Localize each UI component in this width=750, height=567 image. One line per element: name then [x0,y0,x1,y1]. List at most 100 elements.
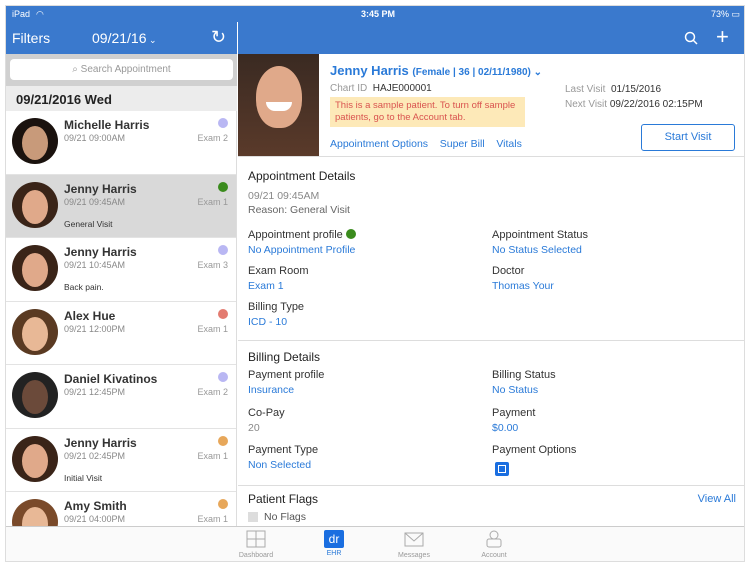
refresh-icon[interactable]: ↻ [211,27,226,48]
ipad-screen: iPad ◠ 3:45 PM 73% ▭ Filters 09/21/16 ⌄ … [5,5,745,562]
status-dot [218,435,228,446]
billing-type-field[interactable]: Billing Type ICD - 10 [248,301,304,328]
appointment-row[interactable]: Michelle Harris 09/21 09:00AM Exam 2 [6,111,236,175]
date-picker[interactable]: 09/21/16 ⌄ [92,30,157,46]
avatar [12,372,58,418]
status-bar: iPad ◠ 3:45 PM 73% ▭ [6,6,744,22]
chart-id: Chart ID HAJE000001 [330,83,432,94]
exam-room: Exam 2 [197,387,228,397]
search-icon: ⌕ [72,64,81,75]
status-dot [218,499,228,509]
start-visit-button[interactable]: Start Visit [641,124,735,151]
status-dot [218,118,228,128]
payment-type-field[interactable]: Payment Type Non Selected [248,444,318,471]
payment-field[interactable]: Payment $0.00 [492,407,535,434]
profile-color-dot [345,229,356,239]
tab-ehr[interactable]: dr EHR [304,530,364,557]
chevron-down-icon: ⌄ [146,35,157,45]
appointment-row[interactable]: Jenny Harris 09/21 09:45AM General Visit… [6,174,236,238]
section-title: Patient Flags [248,492,319,506]
search-input[interactable]: ⌕ Search Appointment [10,59,233,80]
section-title: Appointment Details [248,169,356,183]
wifi-icon: ◠ [36,9,44,19]
appointment-time: 09/21 04:00PM [64,514,126,524]
appointment-reason: Back pain. [64,282,104,292]
visit-info: Last Visit 01/15/2016 Next Visit 09/22/2… [565,84,703,110]
patient-photo [238,54,319,156]
appointment-row[interactable]: Jenny Harris 09/21 02:45PM Initial Visit… [6,428,236,492]
exam-room: Exam 1 [197,196,228,207]
square-reader-icon[interactable] [495,462,509,476]
status-dot [218,308,228,319]
exam-room-field[interactable]: Exam Room Exam 1 [248,265,309,292]
payment-options-field: Payment Options [492,444,577,456]
status-dot [218,372,228,382]
billing-details-section: Billing Details Payment profile Insurance… [238,341,744,486]
sample-patient-warning: This is a sample patient. To turn off sa… [330,97,525,127]
patient-name: Jenny Harris [64,245,137,259]
appointment-list[interactable]: Michelle Harris 09/21 09:00AM Exam 2 Jen… [6,111,237,526]
status-dot [218,245,228,255]
vitals-link[interactable]: Vitals [496,138,522,150]
appointment-options-link[interactable]: Appointment Options [330,138,428,150]
tab-bar: Dashboard dr EHR Messages Account [6,526,744,561]
appointment-time: 09/21 09:00AM [64,133,126,143]
avatar [12,499,58,526]
ehr-icon: dr [324,530,344,548]
avatar [12,435,58,482]
status-dot [218,181,228,192]
doctor-field[interactable]: Doctor Thomas Your [492,265,554,292]
appointment-time: 09/21 09:45AM [64,196,126,207]
patient-name: Daniel Kivatinos [64,372,158,386]
appointment-time: 09/21 02:45PM [64,450,126,461]
avatar [12,308,58,355]
envelope-icon [404,532,424,547]
battery-label: 73% ▭ [710,9,740,19]
appointment-reason: General Visit [64,218,113,229]
appointment-row[interactable]: Alex Hue 09/21 12:00PM Exam 1 [6,301,236,365]
filters-button[interactable]: Filters [12,30,50,46]
no-flags-text: No Flags [264,511,307,523]
patient-name: Michelle Harris [64,118,150,132]
left-nav-bar: Filters 09/21/16 ⌄ ↻ [6,22,237,54]
exam-room: Exam 1 [197,450,228,461]
exam-room: Exam 1 [197,514,228,524]
copay-field[interactable]: Co-Pay 20 [248,407,285,434]
payment-profile-field[interactable]: Payment profile Insurance [248,369,324,396]
patient-name: Amy Smith [64,499,127,513]
tab-dashboard[interactable]: Dashboard [226,530,286,559]
avatar [12,245,58,291]
super-bill-link[interactable]: Super Bill [440,138,485,150]
patient-name: Alex Hue [64,308,116,323]
appointment-row[interactable]: Daniel Kivatinos 09/21 12:45PM Exam 2 [6,365,236,429]
search-bar: ⌕ Search Appointment [6,54,237,86]
avatar [12,118,58,164]
appointment-reason: Initial Visit [64,472,103,483]
billing-status-field[interactable]: Billing Status No Status [492,369,556,396]
appointment-time: 09/21 12:00PM [64,323,126,334]
chevron-down-icon: ⌄ [530,67,543,78]
search-icon[interactable] [684,31,698,45]
appointment-profile-field[interactable]: Appointment profile No Appointment Profi… [248,229,356,256]
patient-links: Appointment Options Super Bill Vitals [330,138,522,150]
patient-name: Jenny Harris [64,435,137,450]
flag-checkbox [248,512,258,522]
clock: 3:45 PM [361,9,396,19]
patient-flags-section: Patient Flags View All No Flags [238,486,744,526]
view-all-link[interactable]: View All [698,493,736,505]
tab-account[interactable]: Account [464,530,524,559]
appointment-datetime: 09/21 09:45AM [248,190,320,202]
tab-messages[interactable]: Messages [384,530,444,559]
device-label: iPad [12,9,31,19]
appointment-status-field[interactable]: Appointment Status No Status Selected [492,229,588,256]
appointment-time: 09/21 12:45PM [64,387,126,397]
patient-name-dropdown[interactable]: Jenny Harris (Female | 36 | 02/11/1980) … [330,63,542,78]
exam-room: Exam 2 [197,133,228,143]
day-header: 09/21/2016 Wed [6,86,237,111]
patient-detail: Jenny Harris (Female | 36 | 02/11/1980) … [238,54,744,526]
avatar [12,181,58,228]
plus-icon[interactable]: + [716,24,729,50]
appointment-row[interactable]: Amy Smith 09/21 04:00PM Exam 1 [6,492,236,526]
appointment-row[interactable]: Jenny Harris 09/21 10:45AM Back pain. Ex… [6,238,236,302]
exam-room: Exam 1 [197,323,228,334]
